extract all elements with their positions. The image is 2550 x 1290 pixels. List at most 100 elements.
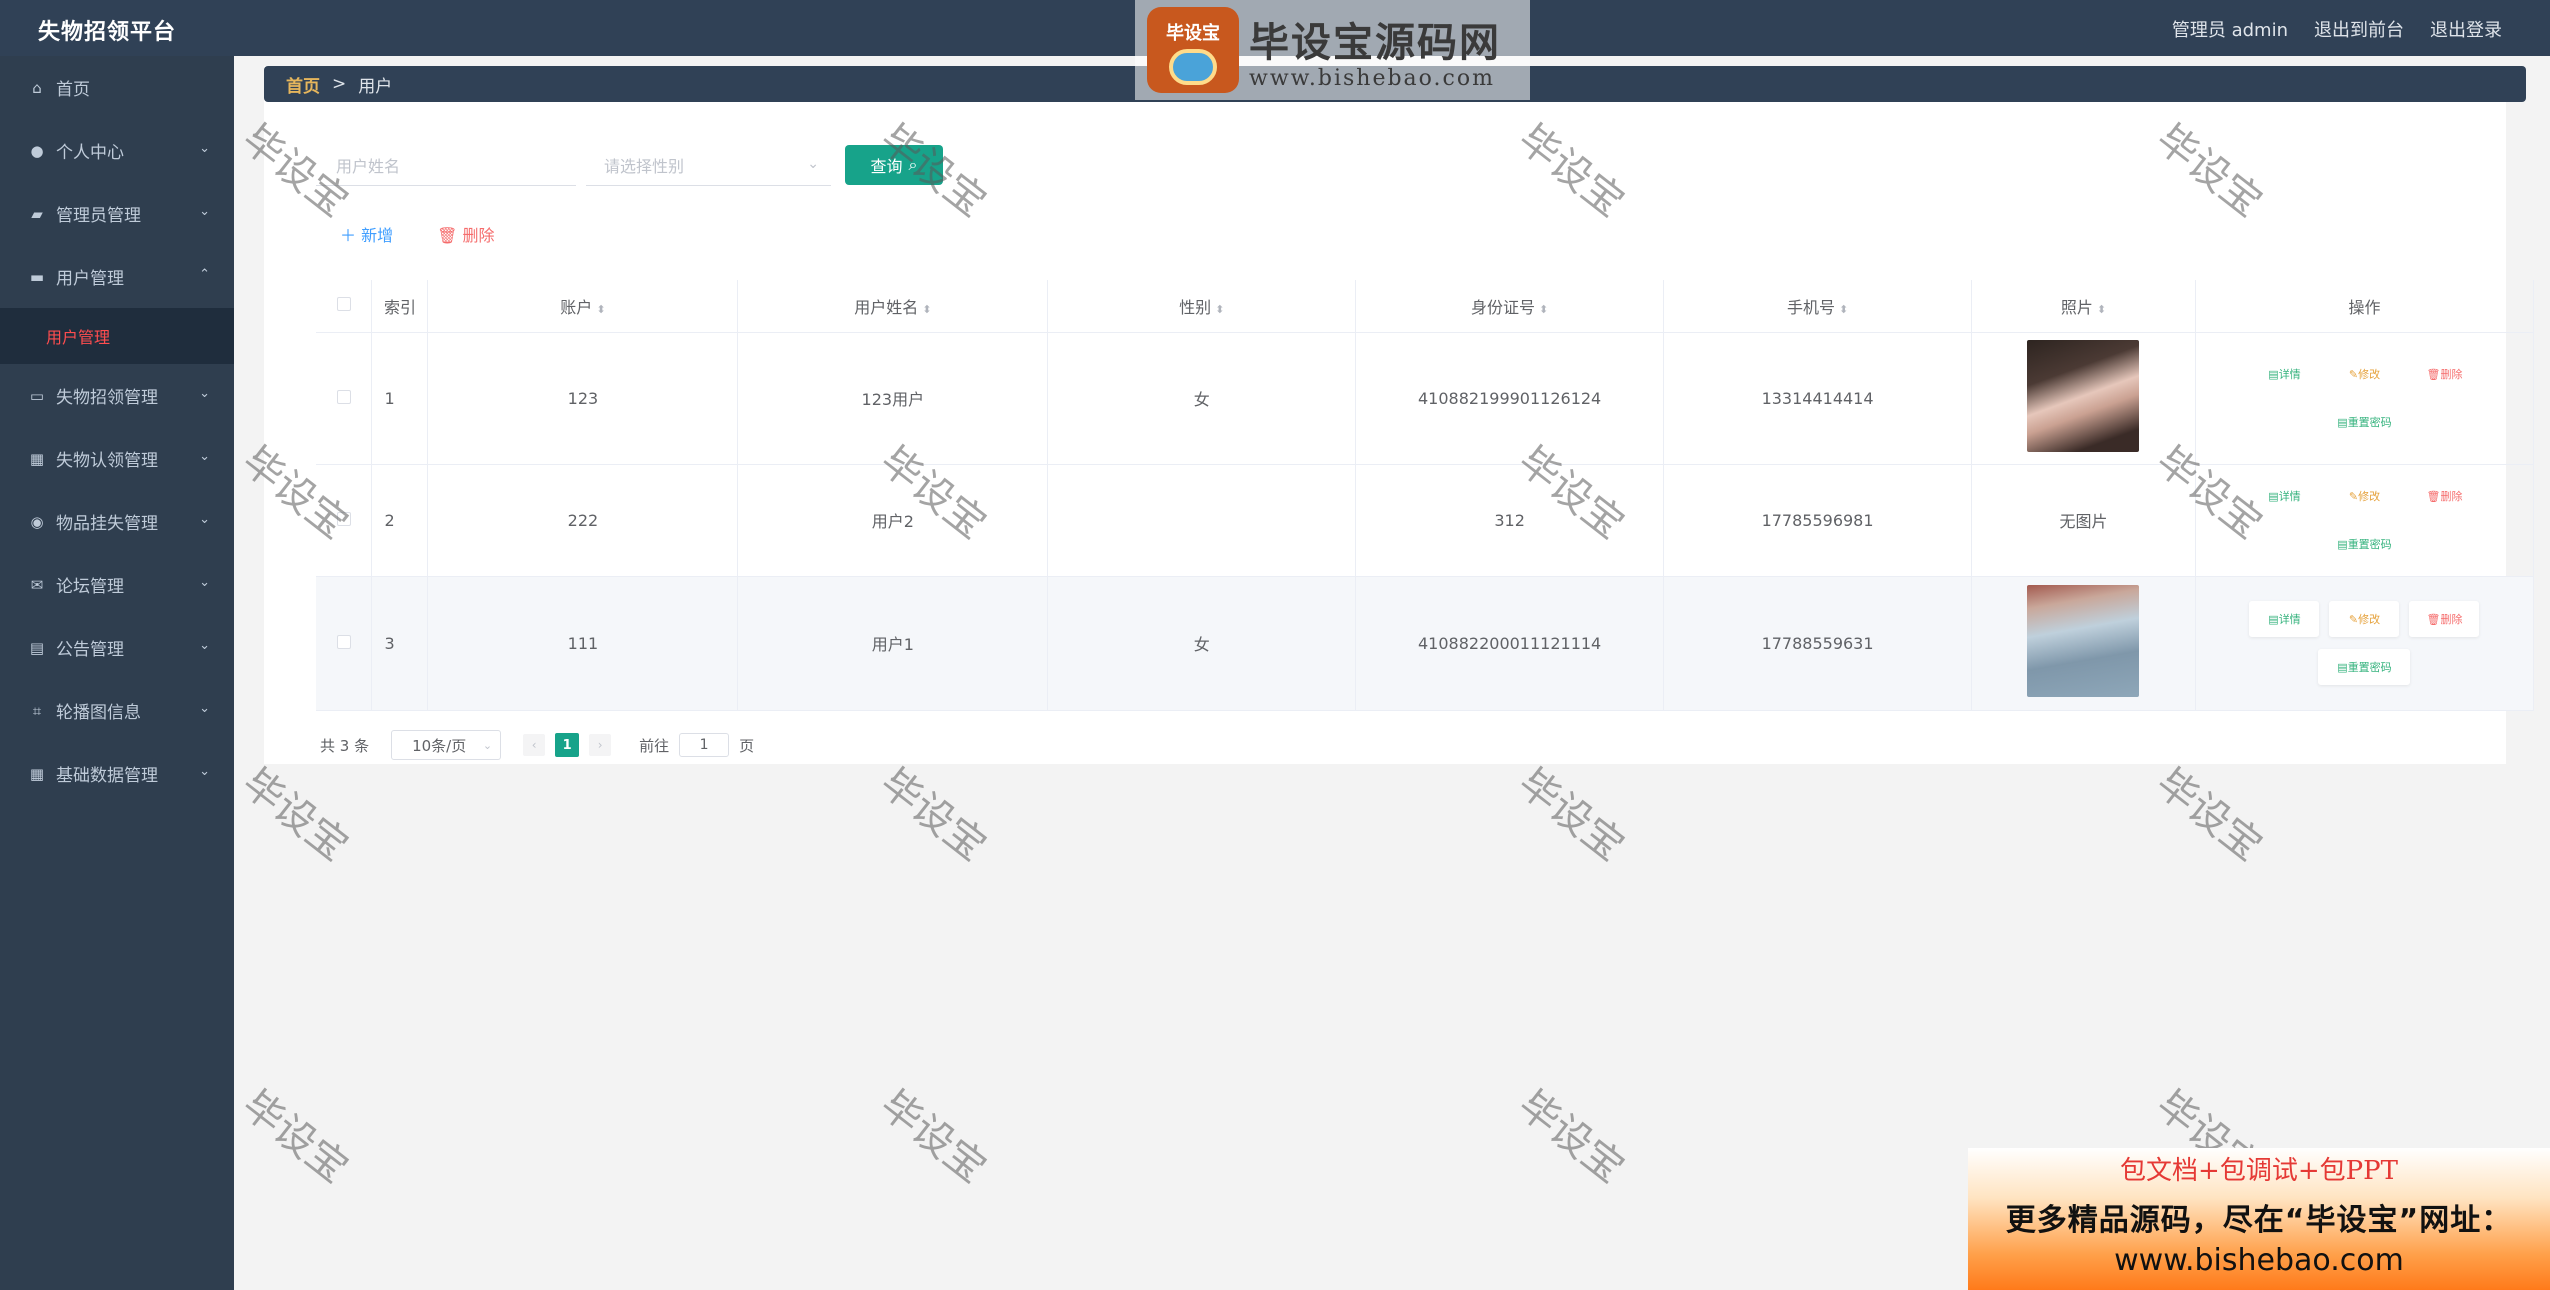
top-links: 管理员 admin 退出到前台 退出登录 (2172, 16, 2502, 42)
user-photo-thumbnail[interactable] (2027, 340, 2140, 452)
sidebar-item-admin-management[interactable]: ▰ 管理员管理 ⌄ (0, 182, 234, 245)
column-header-name[interactable]: 用户姓名 ⬍ (737, 280, 1049, 333)
logout-link[interactable]: 退出登录 (2430, 16, 2502, 42)
chevron-right-icon: › (597, 738, 603, 752)
reset-password-button[interactable]: ▤ 重置密码 (2318, 404, 2411, 440)
detail-button[interactable]: ▤ 详情 (2249, 601, 2320, 637)
delete-button[interactable]: 🗑 删除 (2409, 356, 2480, 392)
gender-select[interactable]: 请选择性别 ⌄ (586, 144, 831, 186)
goto-page-input[interactable]: 1 (679, 733, 730, 757)
sidebar-item-loss-report-management[interactable]: ◉ 物品挂失管理 ⌄ (0, 490, 234, 553)
row-select-cell[interactable] (316, 576, 373, 711)
select-all-cell[interactable] (316, 280, 373, 333)
column-header-label: 性别 (1179, 297, 1212, 317)
document-icon: ▤ (2337, 415, 2348, 429)
delete-button-label: 删除 (2440, 368, 2463, 381)
sidebar-item-home[interactable]: ⌂ 首页 (0, 56, 234, 119)
ad-banner[interactable]: 包文档+包调试+包PPT 更多精品源码，尽在“毕设宝”网址： www.bishe… (1968, 1148, 2550, 1290)
crop-icon: ⌗ (32, 701, 42, 720)
sidebar-item-label: 个人中心 (56, 143, 124, 163)
chat-icon: ▰ (31, 204, 43, 223)
submenu-item-user-management[interactable]: 用户管理 (0, 308, 234, 364)
admin-user-link[interactable]: 管理员 admin (2172, 16, 2288, 42)
query-button[interactable]: 查询 ⌕ (845, 145, 943, 185)
breadcrumb-home-link[interactable]: 首页 (286, 72, 320, 97)
chevron-down-icon: ⌄ (199, 764, 210, 779)
user-icon: ● (30, 141, 44, 160)
delete-button[interactable]: 🗑 删除 (2409, 601, 2480, 637)
edit-button[interactable]: ✎ 修改 (2329, 478, 2400, 514)
column-header-index: 索引 (371, 280, 429, 333)
batch-delete-button[interactable]: 🗑 删除 (437, 222, 494, 246)
sidebar-item-lost-found-management[interactable]: ▭ 失物招领管理 ⌄ (0, 364, 234, 427)
column-header-account[interactable]: 账户 ⬍ (427, 280, 739, 333)
sort-icon[interactable]: ⬍ (1839, 303, 1848, 316)
username-search-input[interactable]: 用户姓名 (316, 144, 576, 186)
detail-button[interactable]: ▤ 详情 (2249, 356, 2320, 392)
goto-label: 前往 (639, 736, 670, 755)
back-to-frontend-link[interactable]: 退出到前台 (2314, 16, 2404, 42)
next-page-button[interactable]: › (589, 734, 612, 756)
chevron-down-icon: ⌄ (199, 141, 210, 156)
cell-name: 用户2 (737, 464, 1049, 577)
cell-phone: 13314414414 (1663, 332, 1973, 465)
sort-icon[interactable]: ⬍ (1215, 303, 1224, 316)
sidebar-item-notice-management[interactable]: ▤ 公告管理 ⌄ (0, 616, 234, 679)
row-select-cell[interactable] (316, 464, 373, 577)
document-icon: ▤ (2337, 660, 2348, 674)
cell-phone: 17788559631 (1663, 576, 1973, 711)
apps-icon: ▦ (29, 764, 45, 783)
column-header-gender[interactable]: 性别 ⬍ (1047, 280, 1357, 333)
add-button[interactable]: ＋ 新增 (340, 222, 393, 246)
cell-photo: 无图片 (1971, 464, 2196, 577)
detail-button[interactable]: ▤ 详情 (2249, 478, 2320, 514)
trash-icon: 🗑 (2426, 612, 2441, 626)
sidebar-item-forum-management[interactable]: ✉ 论坛管理 ⌄ (0, 553, 234, 616)
column-header-id-card[interactable]: 身份证号 ⬍ (1355, 280, 1665, 333)
sidebar-item-claim-management[interactable]: ▦ 失物认领管理 ⌄ (0, 427, 234, 490)
chevron-up-icon: ⌃ (199, 267, 210, 282)
mail-icon: ✉ (30, 575, 44, 594)
sort-icon[interactable]: ⬍ (1539, 303, 1548, 316)
select-all-checkbox[interactable] (336, 297, 351, 312)
row-select-cell[interactable] (316, 332, 373, 465)
cell-photo (1971, 576, 2196, 711)
edit-icon: ✎ (2348, 367, 2359, 381)
sort-icon[interactable]: ⬍ (596, 303, 605, 316)
cell-operations: ▤ 详情 ✎ 修改 🗑 删除 ▤ 重置密码 (2195, 576, 2535, 711)
sidebar-item-carousel-info[interactable]: ⌗ 轮播图信息 ⌄ (0, 679, 234, 742)
sidebar-item-label: 论坛管理 (56, 577, 124, 597)
reset-password-button[interactable]: ▤ 重置密码 (2318, 649, 2411, 685)
column-header-phone[interactable]: 手机号 ⬍ (1663, 280, 1973, 333)
row-checkbox[interactable] (336, 389, 351, 404)
page-size-select[interactable]: 10条/页 ⌄ (391, 730, 502, 760)
user-photo-thumbnail[interactable] (2027, 585, 2140, 697)
row-checkbox[interactable] (336, 634, 351, 649)
detail-button-label: 详情 (2278, 490, 2301, 503)
row-checkbox[interactable] (336, 511, 351, 526)
delete-button[interactable]: 🗑 删除 (2409, 478, 2480, 514)
delete-button-label: 删除 (2440, 613, 2463, 626)
sidebar-item-basic-data-management[interactable]: ▦ 基础数据管理 ⌄ (0, 742, 234, 805)
pagination: 共 3 条 10条/页 ⌄ ‹ 1 › 前往 1 页 (320, 730, 754, 760)
table-row: 1 123 123用户 女 410882199901126124 1331441… (316, 332, 2535, 465)
briefcase-icon: ▬ (29, 267, 45, 286)
column-header-photo[interactable]: 照片 ⬍ (1971, 280, 2196, 333)
reset-password-button[interactable]: ▤ 重置密码 (2318, 526, 2411, 562)
content-panel: 用户姓名 请选择性别 ⌄ 查询 ⌕ ＋ 新增 🗑 删除 索引 账户 ⬍ 用户姓名… (264, 66, 2535, 764)
cell-operations: ▤ 详情 ✎ 修改 🗑 删除 ▤ 重置密码 (2195, 332, 2535, 465)
cell-photo (1971, 332, 2196, 465)
cell-index: 1 (371, 332, 429, 465)
sort-icon[interactable]: ⬍ (2097, 303, 2106, 316)
edit-button[interactable]: ✎ 修改 (2329, 601, 2400, 637)
sidebar-item-user-management[interactable]: ▬ 用户管理 ⌃ (0, 245, 234, 308)
edit-button[interactable]: ✎ 修改 (2329, 356, 2400, 392)
sort-icon[interactable]: ⬍ (922, 303, 931, 316)
sidebar-item-label: 用户管理 (56, 269, 124, 289)
page-number-current[interactable]: 1 (555, 733, 580, 757)
sidebar-item-personal-center[interactable]: ● 个人中心 ⌄ (0, 119, 234, 182)
page-suffix-label: 页 (739, 736, 755, 755)
prev-page-button[interactable]: ‹ (523, 734, 546, 756)
sidebar-item-label: 轮播图信息 (56, 703, 141, 723)
chevron-down-icon: ⌄ (199, 638, 210, 653)
